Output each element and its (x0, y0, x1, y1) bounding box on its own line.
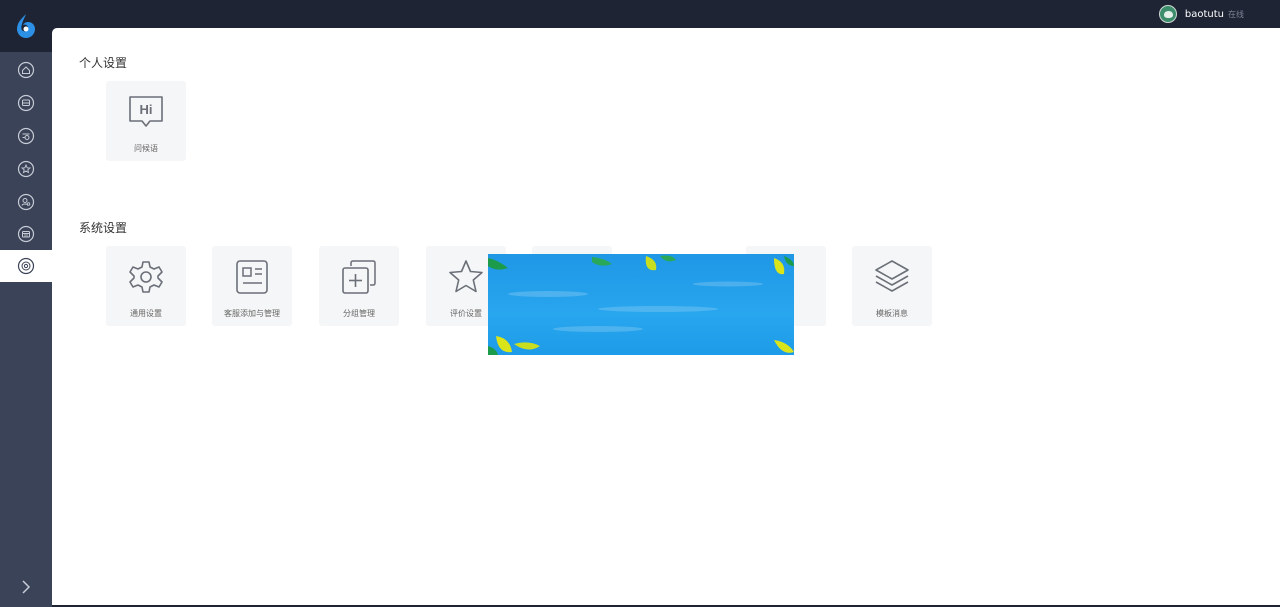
top-bar: baotutu 在线 (52, 0, 1280, 28)
bus-icon (17, 94, 35, 112)
sidebar-item-user[interactable] (0, 186, 52, 218)
leaves-illustration (488, 255, 794, 355)
sidebar-item-list[interactable] (0, 120, 52, 152)
banner-image (488, 254, 794, 355)
svg-text:Hi: Hi (140, 102, 153, 117)
card-label: 问候语 (134, 144, 158, 153)
hi-chat-icon: Hi (129, 96, 163, 127)
collapse-sidebar-button[interactable] (0, 575, 52, 599)
username[interactable]: baotutu (1185, 9, 1224, 20)
sidebar-item-bus[interactable] (0, 87, 52, 119)
system-settings-title: 系统设置 (79, 221, 128, 235)
card-agent-management[interactable]: 客服添加与管理 (212, 246, 292, 326)
card-group-management[interactable]: 分组管理 (319, 246, 399, 326)
online-status: 在线 (1228, 9, 1244, 19)
logo-icon (17, 14, 35, 38)
card-label: 通用设置 (130, 309, 162, 318)
add-group-icon (342, 260, 376, 294)
user-menu[interactable]: baotutu 在线 (1158, 4, 1244, 24)
card-label: 模板消息 (876, 309, 908, 318)
settings-icon (17, 257, 35, 275)
layers-icon (875, 260, 909, 292)
list-icon (17, 127, 35, 145)
personal-settings-title: 个人设置 (79, 56, 128, 70)
sidebar-item-settings[interactable] (0, 250, 52, 282)
card-template-messages[interactable]: 模板消息 (852, 246, 932, 326)
gear-icon (129, 261, 163, 293)
card-label: 分组管理 (343, 309, 375, 318)
card-general-settings[interactable]: 通用设置 (106, 246, 186, 326)
star-icon (17, 160, 35, 178)
card-greeting[interactable]: Hi 问候语 (106, 81, 186, 161)
card-label: 客服添加与管理 (224, 309, 280, 318)
sidebar (0, 0, 52, 607)
home-icon (17, 61, 35, 79)
sidebar-item-star[interactable] (0, 153, 52, 185)
sidebar-item-home[interactable] (0, 54, 52, 86)
logo[interactable] (0, 0, 52, 52)
store-icon (17, 225, 35, 243)
chevron-right-icon (22, 580, 31, 594)
sidebar-item-store[interactable] (0, 218, 52, 250)
star-icon (449, 260, 483, 293)
avatar[interactable] (1158, 5, 1177, 23)
user-icon (17, 193, 35, 211)
id-card-icon (236, 260, 268, 294)
